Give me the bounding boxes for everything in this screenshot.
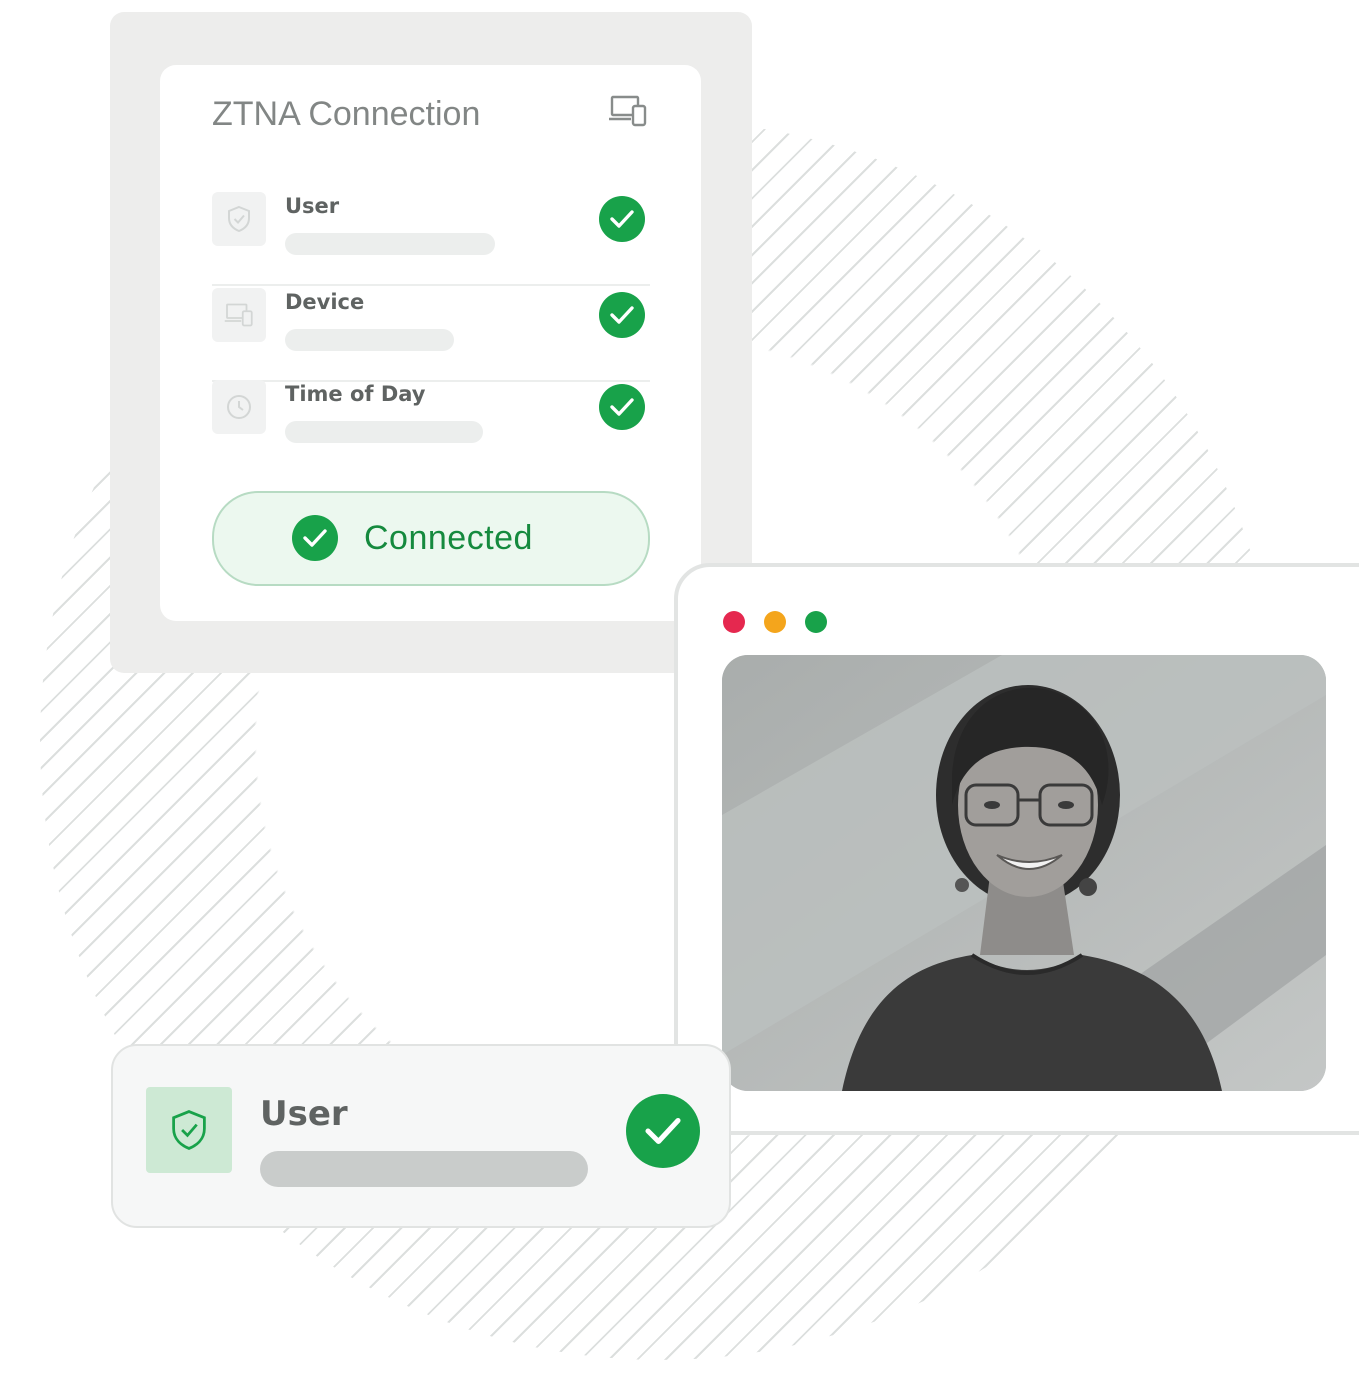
check-circle-icon	[599, 292, 645, 338]
person-portrait-photo	[722, 655, 1326, 1091]
user-verification-card: User	[111, 1044, 731, 1228]
placeholder-bar	[285, 421, 483, 443]
shield-check-icon	[212, 192, 266, 246]
clock-icon	[212, 380, 266, 434]
devices-icon	[608, 95, 648, 131]
window-close-button[interactable]	[723, 611, 745, 633]
row-label-device: Device	[285, 290, 365, 314]
shield-check-icon	[146, 1087, 232, 1173]
ztna-row-device: Device	[212, 288, 650, 382]
ztna-row-user: User	[212, 192, 650, 286]
connected-label: Connected	[364, 519, 533, 557]
ztna-title: ZTNA Connection	[212, 95, 481, 133]
placeholder-bar	[285, 329, 454, 351]
window-minimize-button[interactable]	[764, 611, 786, 633]
video-window	[674, 563, 1359, 1135]
placeholder-bar	[260, 1151, 588, 1187]
user-card-label: User	[260, 1094, 348, 1134]
check-circle-icon	[599, 384, 645, 430]
ztna-connection-card: ZTNA Connection User Device Time of Day …	[160, 65, 701, 621]
check-circle-icon	[626, 1094, 700, 1168]
placeholder-bar	[285, 233, 495, 255]
devices-icon	[212, 288, 266, 342]
ztna-row-time-of-day: Time of Day	[212, 380, 650, 472]
connected-status-button[interactable]: Connected	[212, 491, 650, 586]
row-label-user: User	[285, 194, 340, 218]
window-maximize-button[interactable]	[805, 611, 827, 633]
check-circle-icon	[599, 196, 645, 242]
check-circle-icon	[292, 515, 338, 561]
row-label-time-of-day: Time of Day	[285, 382, 426, 406]
